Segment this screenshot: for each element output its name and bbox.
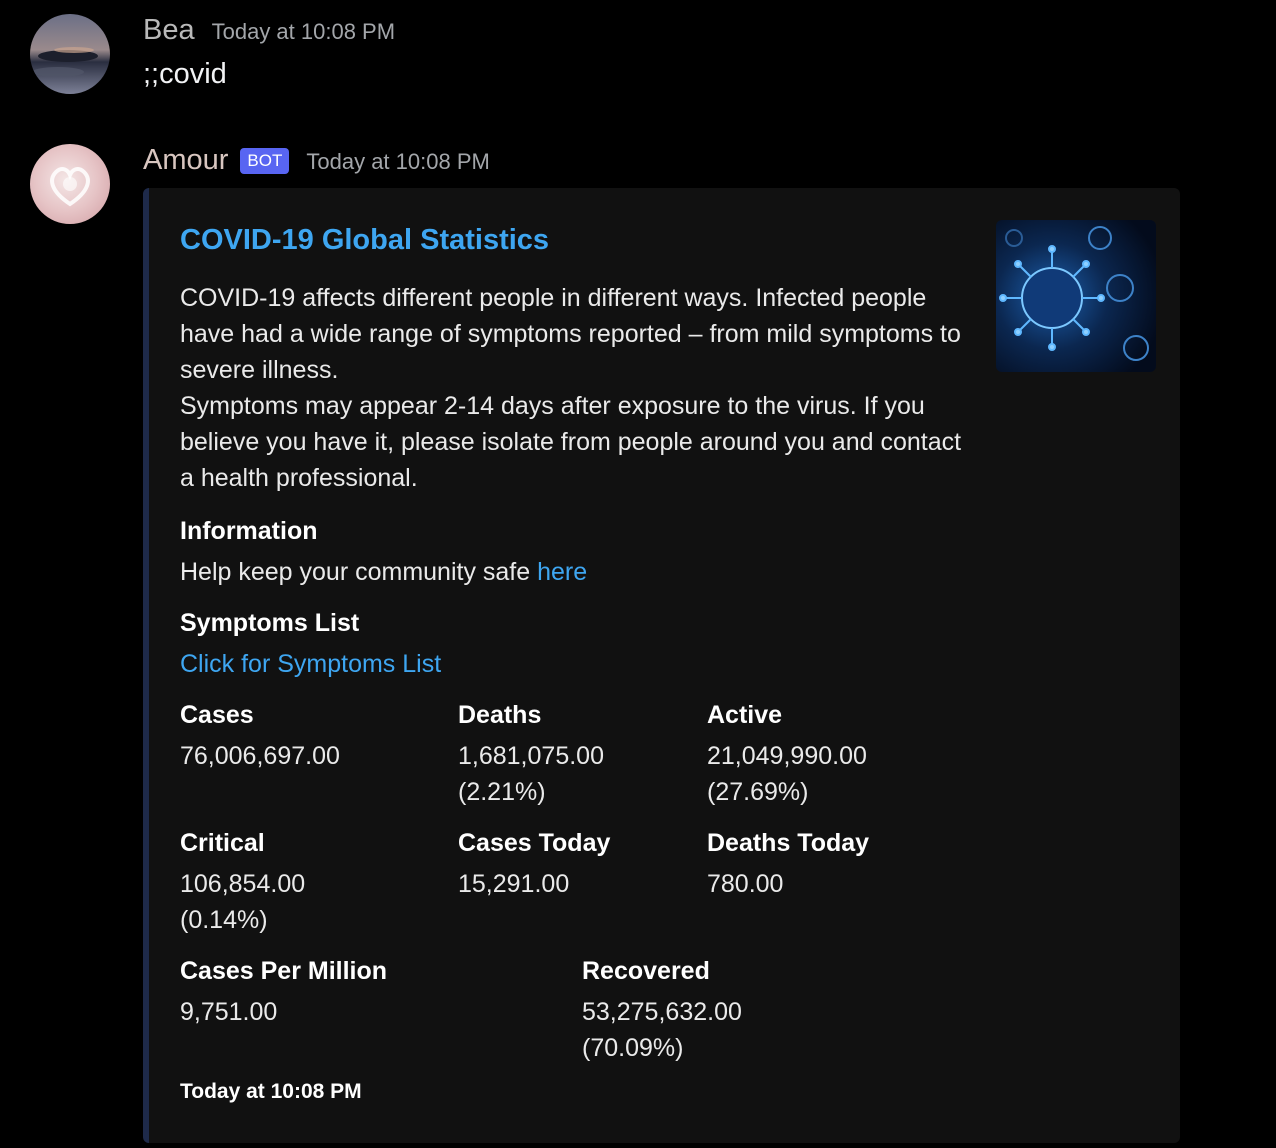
bot-tag: BOT	[240, 148, 290, 174]
embed-field-recovered: Recovered 53,275,632.00 (70.09%)	[582, 954, 742, 1066]
embed-field-critical: Critical 106,854.00 (0.14%)	[180, 826, 305, 938]
field-name: Recovered	[582, 957, 710, 985]
field-value: 9,751.00	[180, 998, 278, 1026]
field-value: 21,049,990.00 (27.69%)	[707, 742, 867, 806]
embed-field-cases: Cases 76,006,697.00	[180, 698, 340, 774]
virus-image[interactable]	[996, 220, 1156, 372]
field-value: 15,291.00	[458, 870, 570, 898]
field-value: Help keep your community safe here	[180, 554, 587, 590]
username[interactable]: Bea	[143, 14, 195, 47]
message-content: ;;covid	[143, 58, 227, 90]
embed-footer-timestamp: Today at 10:08 PM	[180, 1080, 362, 1103]
embed-field-active: Active 21,049,990.00 (27.69%)	[707, 698, 867, 810]
embed-field-cases-today: Cases Today 15,291.00	[458, 826, 610, 902]
message-timestamp[interactable]: Today at 10:08 PM	[212, 19, 395, 45]
field-name: Deaths Today	[707, 829, 870, 857]
embed-field-deaths: Deaths 1,681,075.00 (2.21%)	[458, 698, 604, 810]
embed-description: COVID-19 affects different people in dif…	[180, 280, 970, 496]
field-name: Active	[707, 701, 783, 729]
embed-field-deaths-today: Deaths Today 780.00	[707, 826, 869, 902]
field-name: Cases Per Million	[180, 957, 388, 985]
field-name: Critical	[180, 829, 265, 857]
message-header: Amour BOT Today at 10:08 PM	[143, 144, 490, 177]
field-name: Information	[180, 517, 318, 545]
user-avatar[interactable]	[30, 14, 110, 94]
here-link[interactable]: here	[537, 558, 587, 586]
embed-description-paragraph: COVID-19 affects different people in dif…	[180, 284, 961, 384]
field-name: Cases	[180, 701, 254, 729]
embed-field-symptoms: Symptoms List Click for Symptoms List	[180, 606, 441, 682]
chat-view: Bea Today at 10:08 PM ;;covid Amour BOT …	[0, 0, 1276, 1148]
embed-field-information: Information Help keep your community saf…	[180, 514, 587, 590]
field-name: Symptoms List	[180, 609, 360, 637]
field-value: 1,681,075.00 (2.21%)	[458, 742, 604, 806]
message-timestamp[interactable]: Today at 10:08 PM	[306, 149, 489, 175]
field-name: Cases Today	[458, 829, 611, 857]
rich-embed: COVID-19 Global Statistics COVID-19 affe…	[143, 188, 1180, 1143]
embed-description-paragraph: Symptoms may appear 2-14 days after expo…	[180, 392, 962, 492]
bot-avatar[interactable]	[30, 144, 110, 224]
field-value: 76,006,697.00	[180, 742, 340, 770]
field-value: 780.00	[707, 870, 784, 898]
field-value: 53,275,632.00 (70.09%)	[582, 998, 742, 1062]
field-value: 106,854.00 (0.14%)	[180, 870, 306, 934]
field-name: Deaths	[458, 701, 542, 729]
embed-field-cases-per-million: Cases Per Million 9,751.00	[180, 954, 387, 1030]
message-header: Bea Today at 10:08 PM	[143, 14, 395, 47]
username[interactable]: Amour	[143, 144, 228, 177]
field-value-text: Help keep your community safe	[180, 558, 538, 586]
symptoms-list-link[interactable]: Click for Symptoms List	[180, 646, 441, 682]
embed-title[interactable]: COVID-19 Global Statistics	[180, 224, 549, 257]
